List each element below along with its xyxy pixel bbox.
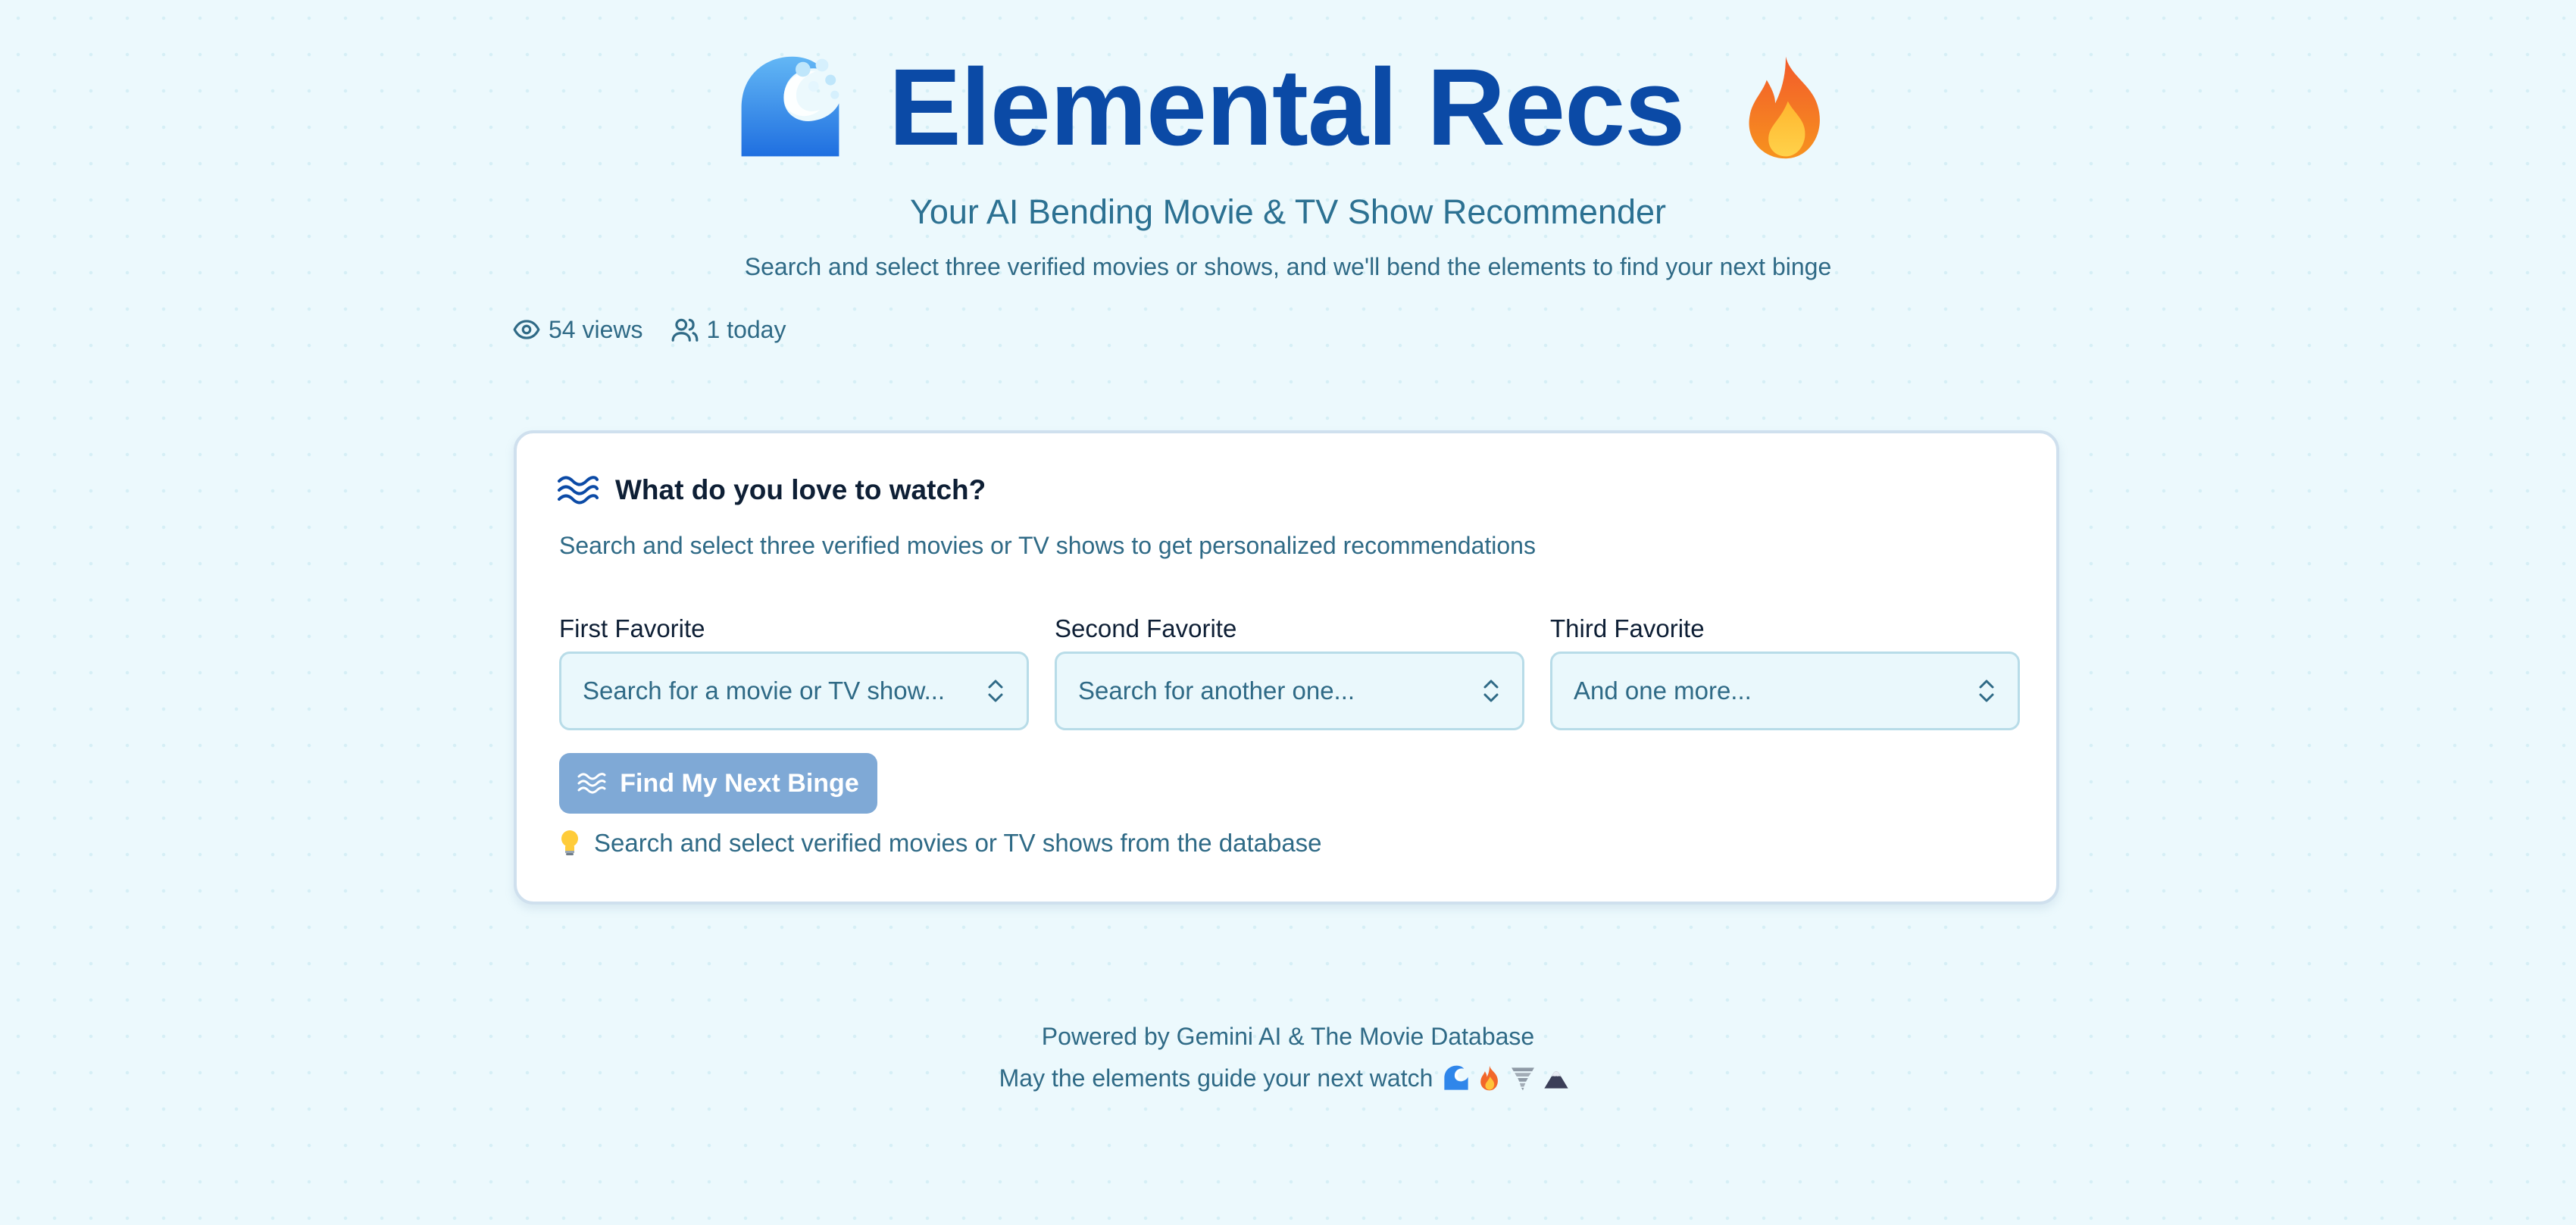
today-stat: 1 today [671,315,786,344]
first-favorite-placeholder: Search for a movie or TV show... [583,677,946,705]
app-title: Elemental Recs [888,46,1686,168]
waves-icon [558,476,599,505]
card-title: What do you love to watch? [615,474,986,505]
third-favorite-select[interactable]: And one more... [1550,652,2020,730]
search-hint-text: Search and select verified movies or TV … [594,829,1322,857]
powered-by-text: Powered by Gemini AI & The Movie Databas… [1041,1023,1535,1050]
fire-icon [1480,1065,1499,1091]
waves-icon [577,773,606,794]
app-subtitle: Your AI Bending Movie & TV Show Recommen… [909,192,1667,231]
views-count: 54 views [549,315,643,343]
app-tagline: Search and select three verified movies … [744,253,1832,280]
second-favorite-select[interactable]: Search for another one... [1055,652,1524,730]
water-wave-icon [737,55,843,161]
third-favorite-label: Third Favorite [1550,614,1705,642]
footer-motto: May the elements guide your next watch [0,1061,2576,1095]
find-next-binge-button[interactable]: Find My Next Binge [559,753,877,814]
motto-text: May the elements guide your next watch [999,1064,1433,1092]
page-header: Elemental Recs Your AI Bending Movie & T… [0,0,2576,343]
third-favorite-field: Third Favorite And one more... [1550,612,2020,730]
tornado-icon [1512,1067,1535,1091]
second-favorite-placeholder: Search for another one... [1078,677,1355,705]
third-favorite-placeholder: And one more... [1574,677,1752,705]
eye-icon [513,320,540,339]
today-count: 1 today [706,315,786,343]
chevrons-up-down-icon [988,680,1003,702]
element-icons [1443,1065,1577,1091]
chevrons-up-down-icon [1483,680,1499,702]
water-wave-icon [1444,1065,1469,1090]
lightbulb-icon [561,830,578,855]
title-row: Elemental Recs [0,47,2576,168]
views-stat: 54 views [512,315,643,344]
fire-icon [1733,55,1839,161]
chevrons-up-down-icon [1979,680,1994,702]
first-favorite-select[interactable]: Search for a movie or TV show... [559,652,1029,730]
mountain-icon [1544,1071,1569,1089]
first-favorite-label: First Favorite [559,614,705,642]
users-icon [671,318,698,342]
first-favorite-field: First Favorite Search for a movie or TV … [559,612,1029,730]
second-favorite-field: Second Favorite Search for another one..… [1055,612,1524,730]
view-stats: 54 views 1 today [512,312,813,347]
favorites-card: What do you love to watch? Search and se… [514,430,2059,905]
card-header: What do you love to watch? [558,474,986,506]
second-favorite-label: Second Favorite [1055,614,1237,642]
find-next-binge-label: Find My Next Binge [620,768,859,798]
search-hint: Search and select verified movies or TV … [559,829,1322,858]
card-description: Search and select three verified movies … [559,532,1536,559]
